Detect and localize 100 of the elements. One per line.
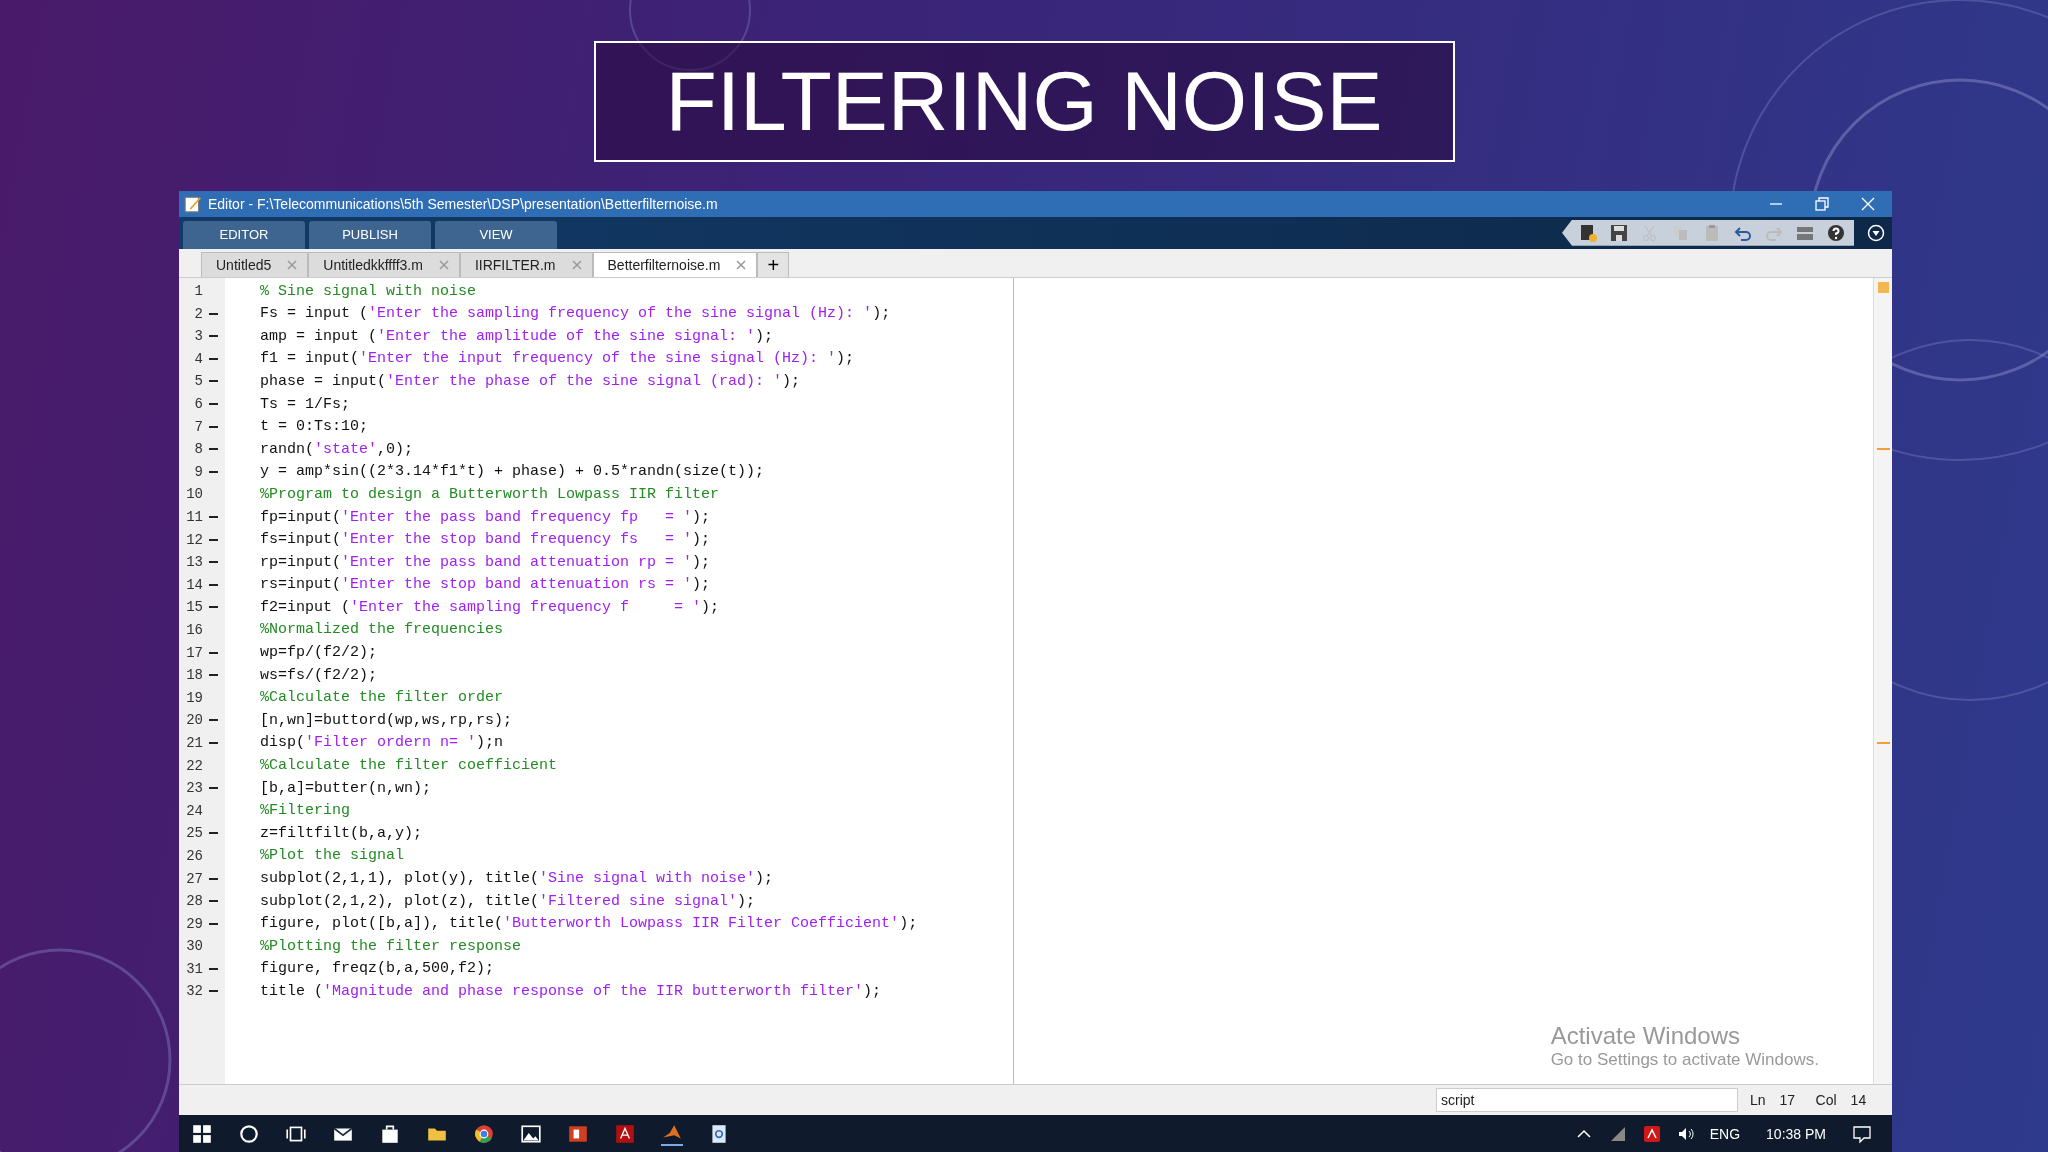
breakpoint-dash[interactable]: [208, 990, 218, 993]
breakpoint-dash[interactable]: [208, 516, 218, 518]
code-text: wp=fp/(f2/2);: [260, 644, 378, 662]
string-literal: 'Butterworth Lowpass IIR Filter Coefficient': [503, 915, 900, 933]
breakpoint-dash[interactable]: [208, 380, 218, 383]
shopping-bag-icon[interactable]: [379, 1122, 401, 1145]
browser-icon[interactable]: [473, 1122, 495, 1145]
breakpoint-dash[interactable]: [208, 877, 218, 880]
breakpoint-dash[interactable]: [208, 967, 218, 970]
string-literal: 'Filtered sine signal': [539, 892, 738, 910]
file-tab[interactable]: Untitledkkffff3.m: [308, 251, 460, 277]
line-number: 21: [185, 734, 203, 751]
breakpoint-dash[interactable]: [208, 741, 218, 744]
line-number: 10: [185, 486, 203, 503]
code-text: phase = input(: [260, 372, 387, 390]
code-comment: %Normalized the frequencies: [260, 621, 504, 639]
breakpoint-dash[interactable]: [208, 448, 218, 451]
code-text: y = amp*sin((2*3.14*f1*t) + phase) + 0.5*randn(size(t));: [260, 463, 765, 481]
notification-icon[interactable]: [1852, 1123, 1872, 1144]
breakpoint-dash[interactable]: [208, 787, 218, 790]
breakpoint-dash[interactable]: [208, 832, 218, 835]
code-text: rs=input(: [260, 576, 341, 594]
code-text: );: [899, 915, 918, 933]
line-number: 16: [185, 622, 203, 638]
breakpoint-dash[interactable]: [208, 674, 218, 677]
file-type-field: script: [1436, 1088, 1738, 1112]
breakpoint-dash[interactable]: [208, 335, 218, 338]
windows-logo-icon[interactable]: [191, 1122, 213, 1145]
string-literal: 'Enter the stop band attenuation rs = ': [341, 576, 693, 594]
line-number: 30: [185, 938, 203, 955]
toolstrip-tab[interactable]: PUBLISH: [309, 220, 431, 249]
code-text: [n,wn]=buttord(wp,ws,rp,rs);: [260, 711, 513, 729]
string-literal: 'Enter the pass band frequency fp = ': [341, 508, 693, 526]
line-number: 9: [193, 463, 203, 480]
new-file-icon[interactable]: [1578, 222, 1598, 243]
clock[interactable]: 10:38 PM: [1766, 1125, 1826, 1142]
code-text: );: [692, 531, 711, 549]
code-text: randn(: [260, 440, 314, 458]
line-number: 29: [185, 915, 203, 932]
code-text: rp=input(: [260, 553, 341, 571]
line-number: 26: [185, 847, 203, 864]
code-comment: %Plot the signal: [260, 847, 405, 865]
string-literal: 'state': [314, 440, 378, 458]
code-text: ws=fs/(f2/2);: [260, 666, 378, 684]
code-text: );: [701, 598, 720, 616]
breakpoint-dash[interactable]: [208, 357, 218, 360]
code-text: subplot(2,1,2), plot(z), title(: [260, 892, 540, 910]
line-number: 13: [185, 554, 203, 571]
code-text: );: [755, 327, 774, 345]
line-number: 12: [185, 531, 203, 548]
breakpoint-dash[interactable]: [208, 425, 218, 428]
search-icon[interactable]: [238, 1122, 260, 1145]
language-indicator[interactable]: ENG: [1709, 1125, 1741, 1142]
code-text: );n: [476, 734, 504, 752]
breakpoint-dash[interactable]: [208, 538, 218, 541]
line-number: 3: [193, 328, 203, 345]
window-title: Editor - F:\Telecommunications\5th Semester\DSP\presentation\Betterfilternoise.m: [208, 195, 718, 212]
close-icon[interactable]: [736, 259, 747, 270]
file-tab[interactable]: Betterfilternoise.m: [592, 251, 758, 277]
code-text: figure, freqz(b,a,500,f2);: [260, 960, 495, 978]
breakpoint-dash[interactable]: [208, 922, 218, 925]
line-label: Ln: [1750, 1092, 1766, 1108]
breakpoint-dash[interactable]: [208, 470, 218, 473]
breakpoint-dash[interactable]: [208, 312, 218, 315]
line-number: 14: [185, 576, 203, 593]
code-text: );: [692, 576, 711, 594]
code-text: t = 0:Ts:10;: [260, 418, 369, 436]
tab-label[interactable]: Betterfilternoise.m: [607, 256, 721, 273]
breakpoint-dash[interactable]: [208, 606, 218, 609]
toolstrip-tab[interactable]: VIEW: [435, 220, 557, 249]
dropdown-icon[interactable]: [1866, 222, 1886, 243]
line-number: 1: [193, 283, 203, 300]
scroll-bar[interactable]: [1873, 277, 1892, 1084]
code-text: f2=input (: [260, 598, 350, 616]
breakpoint-dash[interactable]: [208, 719, 218, 722]
code-comment: %Filtering: [260, 802, 350, 820]
slide-title: FILTERING NOISE: [593, 41, 1455, 162]
file-tab[interactable]: IIRFILTER.m: [459, 251, 593, 277]
pdf-app-icon[interactable]: [614, 1122, 636, 1145]
tab-label[interactable]: Untitledkkffff3.m: [323, 256, 423, 273]
save-icon[interactable]: [1609, 222, 1629, 243]
breakpoint-dash[interactable]: [208, 651, 218, 654]
line-number: 24: [185, 802, 203, 819]
toolstrip-tab[interactable]: EDITOR: [183, 220, 305, 249]
breakpoint-dash[interactable]: [208, 583, 218, 586]
help-icon[interactable]: [1826, 222, 1846, 243]
code-text: title (: [260, 983, 323, 1000]
string-literal: 'Enter the input frequency of the sine signal (Hz): ': [359, 350, 837, 368]
tab-label[interactable]: IIRFILTER.m: [474, 256, 556, 273]
code-text: f1 = input(: [260, 350, 360, 368]
new-tab-button[interactable]: +: [757, 251, 790, 277]
photos-icon[interactable]: [520, 1122, 542, 1145]
line-value: 17: [1779, 1092, 1797, 1108]
breakpoint-dash[interactable]: [208, 403, 218, 406]
breakpoint-dash[interactable]: [208, 900, 218, 903]
file-tab[interactable]: Untitled5: [201, 251, 309, 277]
code-text: figure, plot([b,a]), title(: [260, 915, 504, 933]
breakpoint-dash[interactable]: [208, 561, 218, 564]
tab-label[interactable]: Untitled5: [216, 256, 272, 273]
pdf-tray-icon[interactable]: [1641, 1123, 1662, 1144]
